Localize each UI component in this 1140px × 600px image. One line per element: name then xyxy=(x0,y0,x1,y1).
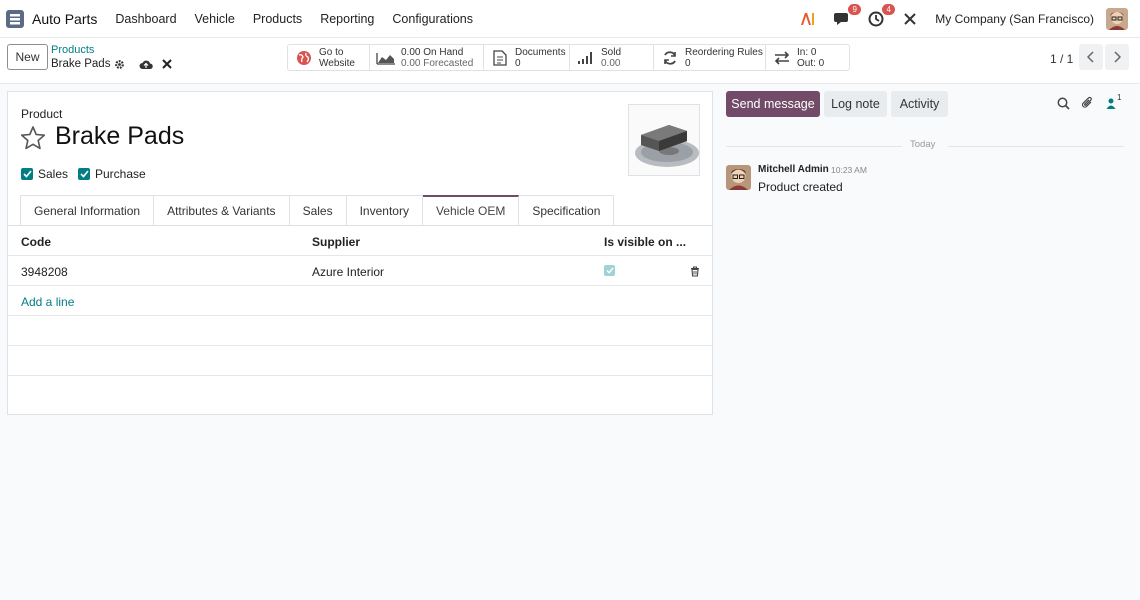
send-message-button[interactable]: Send message xyxy=(726,91,820,117)
followers-button[interactable]: 1 xyxy=(1104,93,1122,110)
menu-products[interactable]: Products xyxy=(253,12,302,26)
product-image[interactable] xyxy=(628,104,700,176)
purchase-checkbox-label: Purchase xyxy=(95,167,146,181)
messages-badge: 9 xyxy=(848,4,862,15)
discard-close-icon[interactable] xyxy=(161,58,173,70)
new-button[interactable]: New xyxy=(7,44,48,70)
checkbox-checked-icon xyxy=(21,168,33,180)
refresh-icon xyxy=(659,50,681,66)
app-name[interactable]: Auto Parts xyxy=(32,11,97,27)
message-author[interactable]: Mitchell Admin xyxy=(758,164,829,175)
sales-checkbox-label: Sales xyxy=(38,167,69,181)
sold-button[interactable]: Sold 0.00 xyxy=(570,44,654,71)
empty-row xyxy=(8,316,712,346)
on-hand-button[interactable]: 0.00 On Hand 0.00 Forecasted xyxy=(370,44,484,71)
documents-label: Documents xyxy=(515,46,566,58)
top-navbar: Auto Parts Dashboard Vehicle Products Re… xyxy=(0,0,1140,38)
menu-reporting[interactable]: Reporting xyxy=(320,12,374,26)
log-note-button[interactable]: Log note xyxy=(824,91,887,117)
tab-vehicle-oem[interactable]: Vehicle OEM xyxy=(422,195,520,226)
user-avatar[interactable] xyxy=(1106,8,1128,30)
signal-bars-icon xyxy=(575,51,597,65)
tab-general-information[interactable]: General Information xyxy=(20,195,155,226)
add-line-row: Add a line xyxy=(8,286,712,316)
tab-sales[interactable]: Sales xyxy=(289,195,347,226)
date-separator: Today xyxy=(726,139,1124,153)
pager-previous-button[interactable] xyxy=(1079,44,1103,70)
table-row[interactable]: 3948208 Azure Interior xyxy=(8,256,712,286)
in-out-button[interactable]: In: 0 Out: 0 xyxy=(766,44,850,71)
column-is-visible[interactable]: Is visible on ... xyxy=(604,235,686,249)
breadcrumb-current: Brake Pads xyxy=(51,58,111,70)
activities-badge: 4 xyxy=(882,4,896,15)
form-sheet: Product Brake Pads Sales Purchase Genera… xyxy=(7,91,713,415)
column-code[interactable]: Code xyxy=(21,235,51,249)
area-chart-icon xyxy=(375,51,397,65)
tab-attributes-variants[interactable]: Attributes & Variants xyxy=(154,195,290,226)
documents-button[interactable]: Documents 0 xyxy=(484,44,570,71)
breadcrumb-products[interactable]: Products xyxy=(51,44,94,56)
paperclip-icon[interactable] xyxy=(1080,96,1094,110)
save-cloud-icon[interactable] xyxy=(139,58,153,70)
reordering-label: Reordering Rules xyxy=(685,46,763,58)
chevron-left-icon xyxy=(1087,51,1094,63)
empty-row xyxy=(8,376,712,406)
go-to-website-button[interactable]: Go to Website xyxy=(287,44,370,71)
menu-configurations[interactable]: Configurations xyxy=(392,12,473,26)
pager-next-button[interactable] xyxy=(1105,44,1129,70)
menu-dashboard[interactable]: Dashboard xyxy=(115,12,176,26)
column-supplier[interactable]: Supplier xyxy=(312,235,360,249)
row-code[interactable]: 3948208 xyxy=(21,265,68,279)
company-switcher[interactable]: My Company (San Francisco) xyxy=(935,12,1094,26)
messages-icon[interactable]: 9 xyxy=(831,4,862,30)
document-icon xyxy=(489,49,511,66)
row-supplier[interactable]: Azure Interior xyxy=(312,265,384,279)
chevron-right-icon xyxy=(1114,51,1121,63)
in-label: In: 0 xyxy=(797,46,817,58)
notebook-tabs: General Information Attributes & Variant… xyxy=(20,195,615,226)
checkbox-checked-icon xyxy=(78,168,90,180)
out-label: Out: 0 xyxy=(797,57,825,69)
search-icon[interactable] xyxy=(1056,96,1070,110)
documents-count: 0 xyxy=(515,57,521,69)
add-line-link[interactable]: Add a line xyxy=(21,295,74,309)
message-body: Product created xyxy=(758,180,843,194)
row-visible-checkbox[interactable] xyxy=(604,265,615,276)
website-label-2: Website xyxy=(319,57,355,69)
product-name-field[interactable]: Brake Pads xyxy=(55,122,184,151)
reordering-count: 0 xyxy=(685,57,691,69)
followers-count: 1 xyxy=(1117,93,1122,102)
control-panel: New Products Brake Pads Go to Website 0.0… xyxy=(0,38,1140,84)
empty-row xyxy=(8,346,712,376)
purchase-checkbox[interactable]: Purchase xyxy=(78,167,146,181)
tab-specification[interactable]: Specification xyxy=(519,195,615,226)
sold-value: 0.00 xyxy=(601,57,621,69)
ai-icon[interactable] xyxy=(797,8,819,30)
on-hand-label: 0.00 On Hand xyxy=(401,46,464,58)
website-label-1: Go to xyxy=(319,46,344,58)
activities-clock-icon[interactable]: 4 xyxy=(865,4,896,30)
tab-inventory[interactable]: Inventory xyxy=(346,195,423,226)
product-label: Product xyxy=(21,107,63,121)
apps-menu-icon[interactable] xyxy=(5,9,25,29)
follower-user-icon xyxy=(1106,98,1116,109)
exchange-arrows-icon xyxy=(771,50,793,65)
pager-value[interactable]: 1 / 1 xyxy=(1050,52,1073,66)
forecasted-label: 0.00 Forecasted xyxy=(401,57,474,69)
reordering-rules-button[interactable]: Reordering Rules 0 xyxy=(654,44,766,71)
message-author-avatar[interactable] xyxy=(726,165,751,190)
table-header: Code Supplier Is visible on ... xyxy=(8,226,712,256)
debug-tools-icon[interactable] xyxy=(899,8,921,30)
activity-button[interactable]: Activity xyxy=(891,91,948,117)
trash-icon[interactable] xyxy=(690,265,700,280)
sold-label: Sold xyxy=(601,46,622,58)
sales-checkbox[interactable]: Sales xyxy=(21,167,68,181)
globe-icon xyxy=(293,50,315,66)
gear-icon[interactable] xyxy=(113,58,125,70)
menu-vehicle[interactable]: Vehicle xyxy=(195,12,235,26)
message-time: 10:23 AM xyxy=(831,165,867,175)
star-favorite-icon[interactable] xyxy=(20,125,46,151)
brake-pad-image xyxy=(629,105,699,175)
date-separator-label: Today xyxy=(910,139,936,150)
